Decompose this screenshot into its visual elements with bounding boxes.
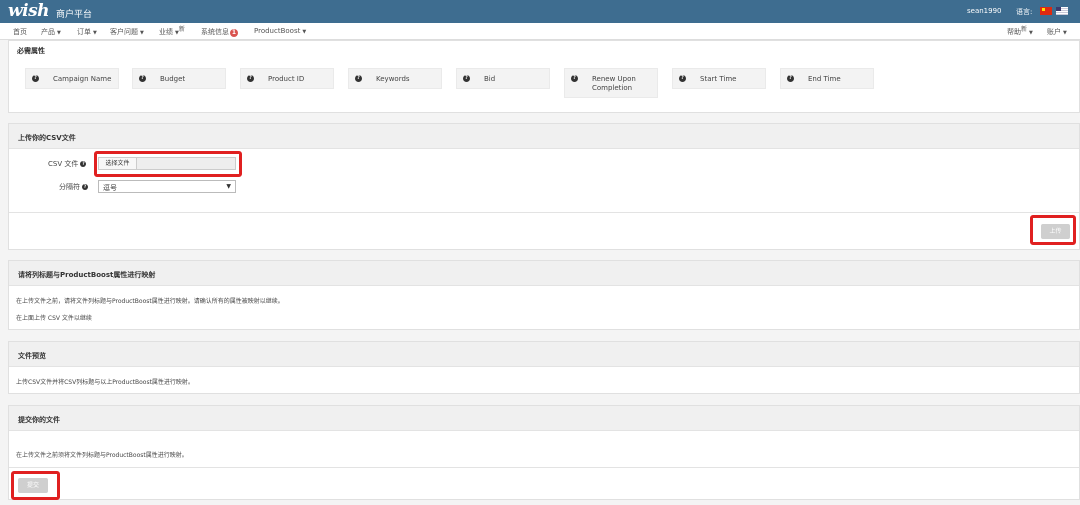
question-icon[interactable]: ?: [787, 75, 794, 82]
divider: [9, 467, 1079, 468]
delimiter-select[interactable]: 逗号 ▼: [98, 180, 236, 193]
new-badge: 新: [1021, 26, 1028, 33]
username[interactable]: sean1990: [967, 7, 1002, 15]
preview-panel-title: 文件预览: [9, 342, 1079, 367]
delimiter-value: 逗号: [103, 184, 117, 192]
nav-account[interactable]: 账户 ▼: [1047, 27, 1067, 37]
nav-productboost[interactable]: ProductBoost ▼: [254, 27, 306, 35]
caret-down-icon: ▼: [93, 30, 97, 36]
highlight-file-input: [94, 151, 242, 177]
wish-logo[interactable]: wish: [8, 1, 50, 21]
csv-file-label: CSV 文件?: [48, 160, 87, 168]
mapping-panel-title: 请将列标题与ProductBoost属性进行映射: [9, 261, 1079, 286]
question-icon[interactable]: ?: [355, 75, 362, 82]
question-icon[interactable]: ?: [247, 75, 254, 82]
preview-panel: 文件预览: [8, 341, 1080, 394]
language-label: 语言:: [1016, 8, 1033, 16]
nav-orders[interactable]: 订单 ▼: [77, 27, 97, 37]
attr-keywords: ? Keywords: [348, 68, 442, 89]
china-flag-icon[interactable]: [1040, 7, 1052, 15]
preview-instructions: 上传CSV文件并将CSV列标题与以上ProductBoost属性进行映射。: [16, 379, 194, 386]
highlight-upload-button: [1030, 215, 1076, 245]
attr-budget: ? Budget: [132, 68, 226, 89]
caret-down-icon: ▼: [1029, 30, 1033, 36]
mapping-instructions: 在上传文件之前，请将文件列标题与ProductBoost属性进行映射。请确认所有…: [16, 298, 284, 305]
question-icon[interactable]: ?: [82, 184, 88, 190]
attr-product-id: ? Product ID: [240, 68, 334, 89]
caret-down-icon: ▼: [302, 29, 307, 35]
attr-end-time: ? End Time: [780, 68, 874, 89]
caret-down-icon: ▼: [57, 30, 61, 36]
attr-start-time: ? Start Time: [672, 68, 766, 89]
nav-performance[interactable]: 业绩 ▼新: [159, 26, 185, 37]
chevron-down-icon: ▼: [226, 183, 231, 190]
nav-products[interactable]: 产品 ▼: [41, 27, 61, 37]
upload-panel-title: 上传你的CSV文件: [9, 124, 1079, 149]
submit-instructions: 在上传文件之前须将文件列标题与ProductBoost属性进行映射。: [16, 452, 188, 459]
question-icon[interactable]: ?: [139, 75, 146, 82]
nav-help[interactable]: 帮助新 ▼: [1007, 26, 1033, 37]
attr-bid: ? Bid: [456, 68, 550, 89]
question-icon[interactable]: ?: [463, 75, 470, 82]
submit-panel-title: 提交你的文件: [9, 406, 1079, 431]
brand-subtitle: 商户平台: [56, 10, 93, 20]
question-icon[interactable]: ?: [679, 75, 686, 82]
new-badge: 新: [178, 26, 185, 33]
nav-system-info[interactable]: 系统信息 1: [201, 27, 238, 37]
highlight-submit-button: [11, 471, 60, 500]
caret-down-icon: ▼: [140, 30, 144, 36]
nav-customer-issues[interactable]: 客户问题 ▼: [110, 27, 144, 37]
top-header: wish 商户平台 sean1990 语言:: [0, 0, 1080, 23]
delimiter-label: 分隔符?: [59, 183, 88, 191]
mapping-panel: 请将列标题与ProductBoost属性进行映射: [8, 260, 1080, 330]
nav-home[interactable]: 首页: [13, 27, 27, 37]
question-icon[interactable]: ?: [80, 161, 87, 167]
notification-badge: 1: [230, 29, 238, 37]
question-icon[interactable]: ?: [32, 75, 39, 82]
divider: [9, 212, 1079, 213]
question-icon[interactable]: ?: [571, 75, 578, 82]
required-attributes-panel: 必需属性 ? Campaign Name ? Budget ? Product …: [8, 40, 1080, 113]
us-flag-icon[interactable]: [1056, 7, 1068, 15]
caret-down-icon: ▼: [1063, 30, 1067, 36]
attr-campaign-name: ? Campaign Name: [25, 68, 119, 89]
required-attributes-title: 必需属性: [17, 47, 45, 55]
main-nav: 首页 产品 ▼ 订单 ▼ 客户问题 ▼ 业绩 ▼新 系统信息 1 ProductBoost…: [0, 23, 1080, 40]
mapping-status: 在上面上传 CSV 文件以继续: [16, 315, 92, 322]
attr-renew-upon-completion: ? Renew Upon Completion: [564, 68, 658, 98]
